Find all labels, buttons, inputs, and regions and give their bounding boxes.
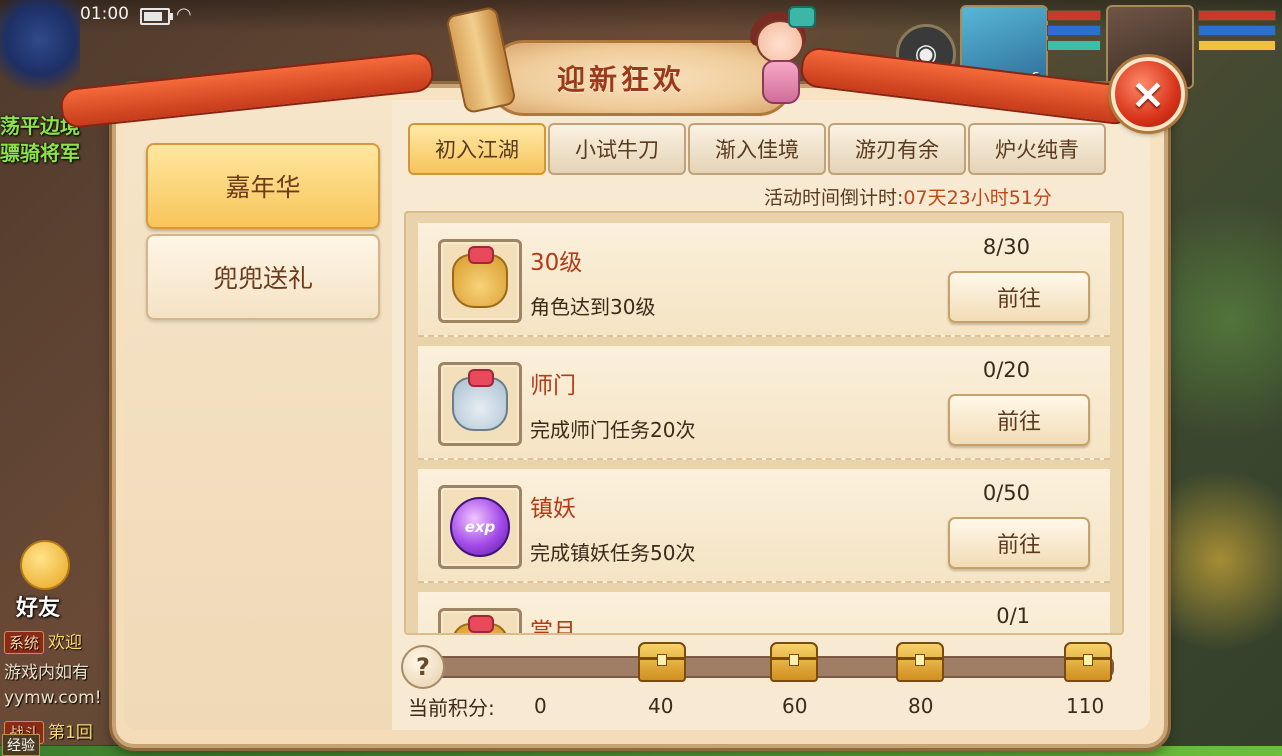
exp-orb-icon: exp: [438, 485, 522, 569]
event-countdown: 活动时间倒计时:07天23小时51分: [764, 183, 1052, 210]
treasure-chest-icon[interactable]: [896, 642, 944, 682]
side-tab-carnival[interactable]: 嘉年华: [146, 143, 380, 229]
go-button[interactable]: 前往: [948, 271, 1090, 323]
stage-tab-1[interactable]: 初入江湖: [408, 123, 546, 175]
experience-label: 经验: [2, 734, 40, 756]
task-list[interactable]: 30级 角色达到30级 8/30 前往 师门 完成师门任务20次 0/20 前往…: [404, 211, 1124, 635]
pet-hp-bar: [1198, 10, 1276, 21]
task-row: 30级 角色达到30级 8/30 前往: [418, 223, 1110, 337]
friend-button[interactable]: 好友: [6, 540, 76, 621]
task-name: 30级: [530, 250, 583, 276]
exp-orb-text: exp: [450, 497, 510, 557]
wifi-icon: ◠: [176, 4, 192, 25]
task-progress: 8/30: [982, 235, 1030, 259]
task-progress: 0/50: [982, 481, 1030, 505]
stage-tab-4[interactable]: 游刃有余: [828, 123, 966, 175]
current-points-label: 当前积分:: [408, 696, 495, 720]
close-icon: ×: [1130, 69, 1166, 118]
chat-channel-tag: 系统: [4, 631, 45, 654]
task-name: 师门: [530, 373, 576, 399]
go-button[interactable]: 前往: [948, 517, 1090, 569]
task-description: 角色达到30级: [530, 295, 656, 319]
stage-tab-3[interactable]: 渐入佳境: [688, 123, 826, 175]
chat-line[interactable]: yymw.com!: [4, 688, 102, 708]
player-sp-bar: [1047, 40, 1101, 51]
npc-title-line: 骠骑将军: [0, 141, 80, 165]
battery-icon: [140, 8, 173, 25]
milestone-label: 110: [1066, 694, 1105, 718]
stage-tab-5[interactable]: 炉火纯青: [968, 123, 1106, 175]
task-row: exp 镇妖 完成镇妖任务50次 0/50 前往: [418, 469, 1110, 583]
task-progress: 0/1: [996, 604, 1030, 628]
treasure-chest-icon[interactable]: [1064, 642, 1112, 682]
friend-label: 好友: [16, 596, 61, 621]
task-name: 镇妖: [530, 496, 576, 522]
milestone-label: 80: [908, 694, 934, 718]
milestone-label: 40: [648, 694, 674, 718]
gold-bag-icon: [438, 608, 522, 633]
task-name: 赏月: [530, 619, 576, 635]
task-description: 完成镇妖任务50次: [530, 541, 696, 565]
chat-line[interactable]: 系统 欢迎: [4, 628, 82, 654]
countdown-value: 07天23小时51分: [903, 187, 1052, 209]
task-description: 完成师门任务20次: [530, 418, 696, 442]
player-hp-bar: [1047, 10, 1101, 21]
chat-text: 欢迎: [48, 633, 83, 653]
go-button[interactable]: 前往: [948, 394, 1090, 446]
help-button[interactable]: ?: [401, 645, 445, 689]
current-points-value: 0: [534, 694, 547, 718]
countdown-label: 活动时间倒计时:: [764, 187, 904, 209]
chat-text: 游戏内如有: [4, 663, 89, 683]
chat-line[interactable]: 游戏内如有: [4, 658, 89, 683]
task-row: 赏月 0/1: [418, 592, 1110, 635]
milestone-label: 60: [782, 694, 808, 718]
player-mp-bar: [1047, 25, 1101, 36]
gold-bag-icon: [438, 239, 522, 323]
task-row: 师门 完成师门任务20次 0/20 前往: [418, 346, 1110, 460]
npc-avatar[interactable]: [0, 0, 80, 105]
clock: 01:00: [80, 4, 129, 24]
pet-mp-bar: [1198, 25, 1276, 36]
friend-icon: [20, 540, 70, 590]
chat-text: yymw.com!: [4, 688, 102, 708]
pet-exp-bar: [1198, 40, 1276, 51]
chat-text: 第1回: [48, 723, 93, 743]
task-progress: 0/20: [982, 358, 1030, 382]
dialog-title: 迎新狂欢: [556, 63, 685, 96]
close-button[interactable]: ×: [1111, 57, 1185, 131]
silver-bag-icon: [438, 362, 522, 446]
mascot-girl-icon: [740, 6, 818, 106]
side-tab-doudou-gift[interactable]: 兜兜送礼: [146, 234, 380, 320]
stage-tab-bar: 初入江湖 小试牛刀 渐入佳境 游刃有余 炉火纯青: [408, 123, 1108, 175]
treasure-chest-icon[interactable]: [638, 642, 686, 682]
stage-tab-2[interactable]: 小试牛刀: [548, 123, 686, 175]
treasure-chest-icon[interactable]: [770, 642, 818, 682]
